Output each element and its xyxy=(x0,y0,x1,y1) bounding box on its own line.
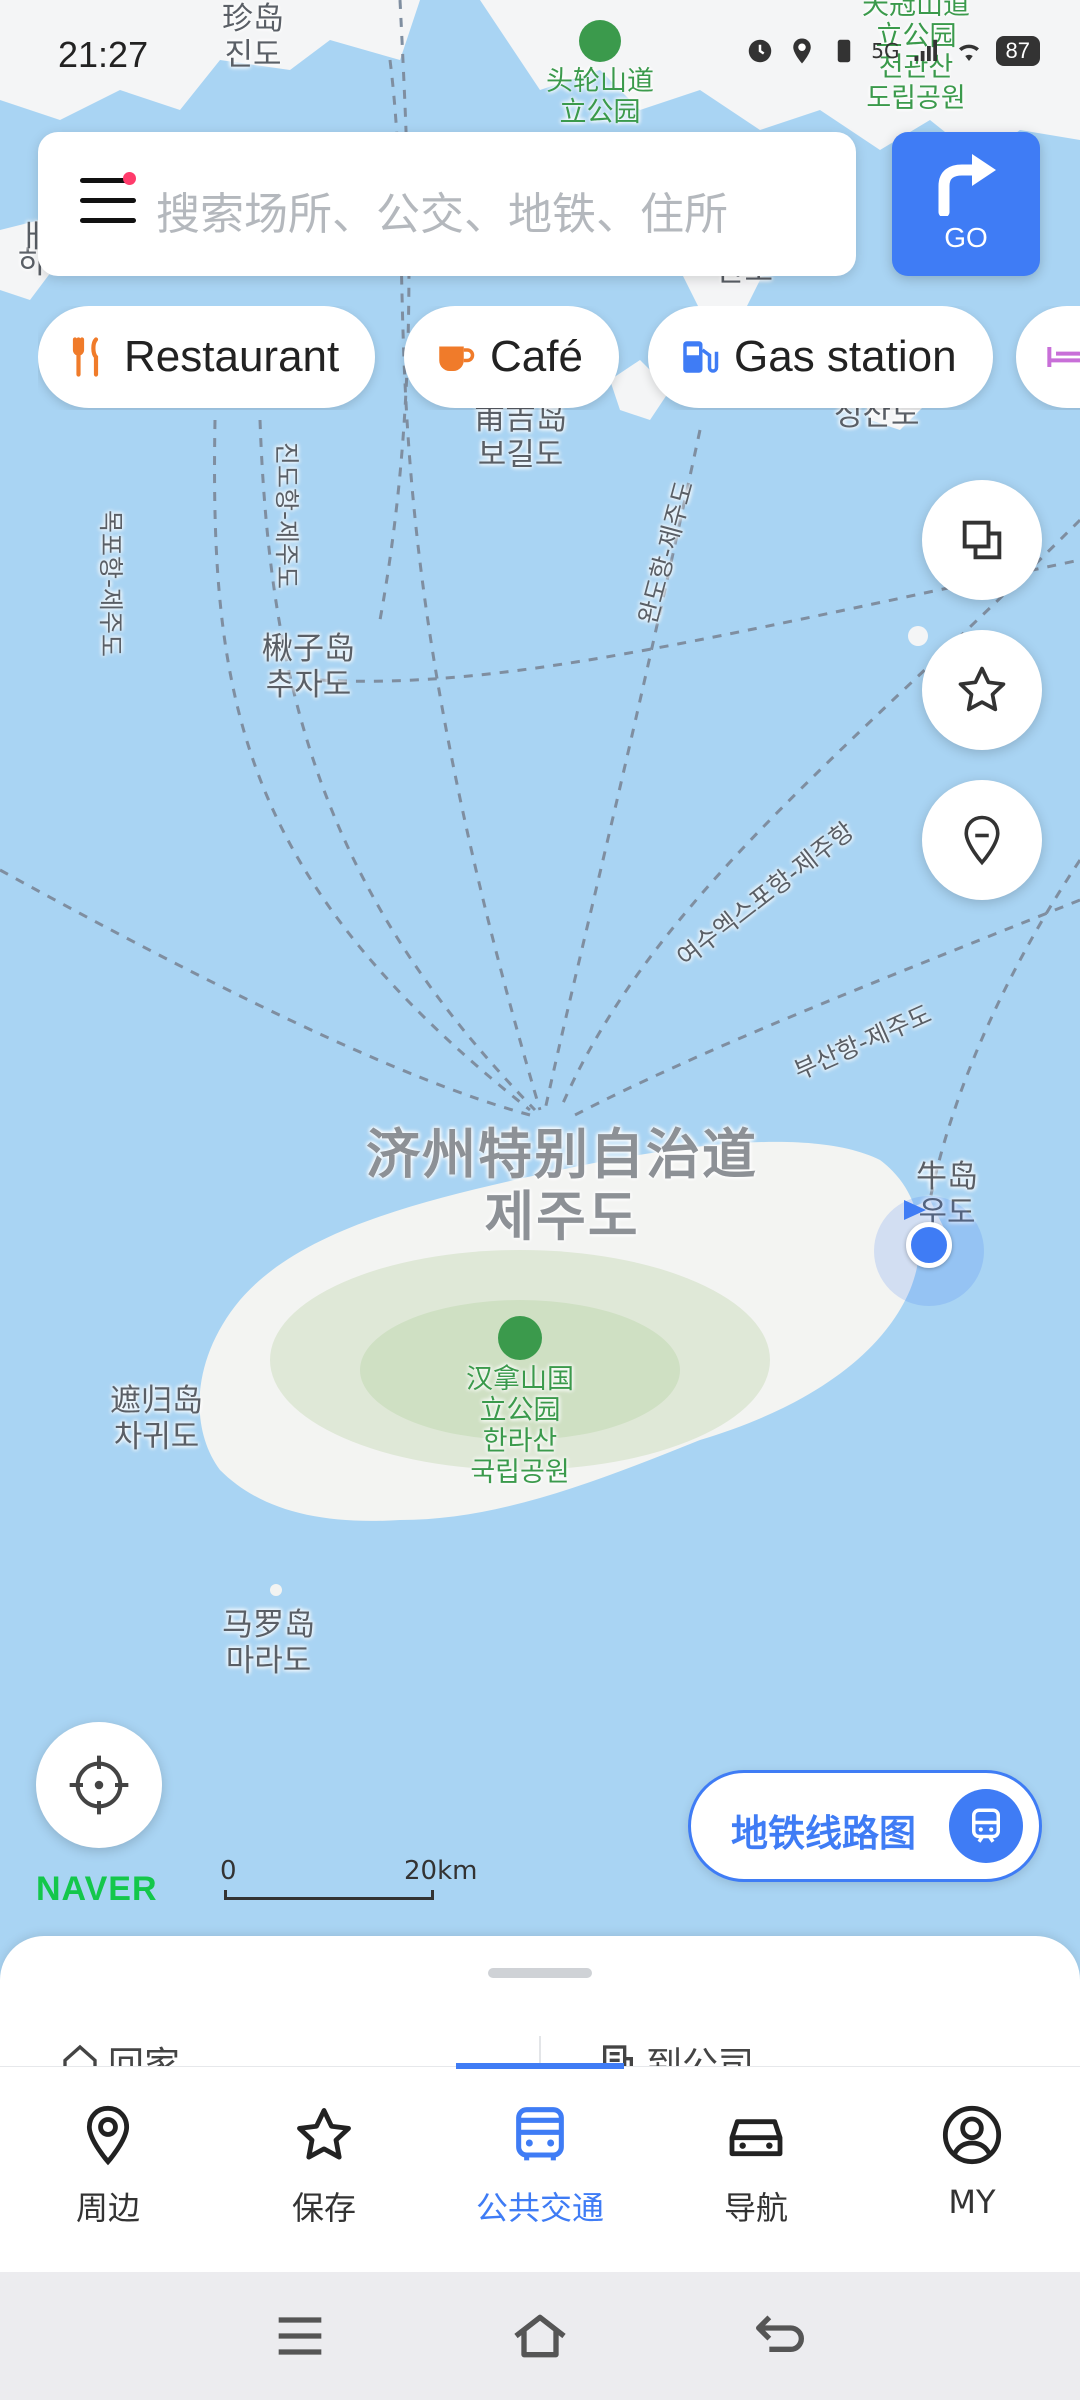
location-pin-icon xyxy=(86,2105,130,2166)
map-label-hallasan: 汉拿山国 立公园 한라산 국립공원 xyxy=(466,1316,574,1488)
tab-public-transit[interactable]: 公共交通 xyxy=(432,2067,648,2273)
naver-logo: NAVER xyxy=(36,1870,158,1908)
map-label-jeju: 济州特别自治道 제주도 xyxy=(366,1123,758,1249)
map-canvas xyxy=(0,0,1080,1960)
place-pin-button[interactable] xyxy=(922,780,1042,900)
subway-train-icon xyxy=(949,1789,1023,1863)
map-pin-icon xyxy=(964,815,1000,866)
notification-dot xyxy=(123,172,136,185)
locate-me-button[interactable] xyxy=(36,1722,162,1848)
tab-saved[interactable]: 保存 xyxy=(216,2067,432,2273)
car-icon xyxy=(729,2119,783,2157)
chip-cafe[interactable]: Café xyxy=(404,306,619,408)
route-label-mokpo: 목포항-제주도 xyxy=(96,510,125,658)
tab-nearby[interactable]: 周边 xyxy=(0,2067,216,2273)
map-label-chagwido: 遮归岛 차귀도 xyxy=(110,1383,203,1455)
star-icon xyxy=(297,2108,351,2160)
map-scale: 0 20km xyxy=(220,1856,477,1904)
vibrate-icon xyxy=(838,39,851,63)
category-chips: Restaurant Café Gas station xyxy=(38,306,1080,410)
layers-button[interactable] xyxy=(922,480,1042,600)
sheet-drag-handle[interactable] xyxy=(488,1968,592,1978)
chip-gas-station[interactable]: Gas station xyxy=(648,306,993,408)
chip-more[interactable] xyxy=(1016,306,1080,408)
network-label: 5G xyxy=(871,39,900,63)
map-label-chujado: 楸子岛 추자도 xyxy=(262,631,355,703)
status-bar: 21:27 5G 87 xyxy=(0,0,1080,110)
crosshair-icon xyxy=(69,1755,129,1815)
recents-icon[interactable] xyxy=(268,2304,332,2368)
tab-navigation[interactable]: 导航 xyxy=(648,2067,864,2273)
back-icon[interactable] xyxy=(748,2304,812,2368)
scale-bar xyxy=(224,1890,434,1900)
bottom-sheet[interactable]: 回家 到公司 xyxy=(0,1936,1080,2076)
map-view[interactable]: 珍岛진도 头轮山道立公园 天冠山道立公园 천관산도립공원 하조도 ㅐ 완도 甫吉… xyxy=(0,0,1080,1960)
alarm-icon xyxy=(749,39,772,63)
user-icon xyxy=(942,2105,1002,2165)
bus-icon xyxy=(516,2107,564,2161)
layers-icon xyxy=(962,520,1002,560)
go-button[interactable]: GO xyxy=(892,132,1040,276)
battery-indicator: 87 xyxy=(995,36,1040,66)
tab-my[interactable]: MY xyxy=(864,2067,1080,2273)
favorites-button[interactable] xyxy=(922,630,1042,750)
status-icons: 5G 87 xyxy=(745,36,1040,66)
wifi-icon xyxy=(958,44,979,61)
gas-pump-icon xyxy=(683,341,719,373)
system-navigation-bar xyxy=(0,2272,1080,2400)
status-time: 21:27 xyxy=(58,34,149,75)
turn-right-arrow-icon xyxy=(938,154,996,216)
home-nav-icon[interactable] xyxy=(508,2304,572,2368)
signal-icon xyxy=(914,39,937,61)
map-label-marado: 马罗岛 마라도 xyxy=(222,1607,315,1679)
bottom-tab-bar: 周边 保存 公共交通 导航 MY xyxy=(0,2063,1080,2273)
subway-map-button[interactable]: 地铁线路图 xyxy=(688,1770,1042,1882)
chip-restaurant[interactable]: Restaurant xyxy=(38,306,376,408)
menu-icon[interactable] xyxy=(80,172,136,228)
search-input[interactable]: 搜索场所、公交、地铁、住所 xyxy=(156,178,728,242)
search-bar[interactable]: 搜索场所、公交、地铁、住所 xyxy=(38,132,856,276)
current-location-marker xyxy=(874,1196,984,1306)
map-label-bogildo: 甫吉岛 보길도 xyxy=(474,401,567,473)
star-icon xyxy=(958,666,1006,712)
cup-icon xyxy=(439,346,475,371)
fork-knife-icon xyxy=(72,337,99,377)
location-icon xyxy=(793,38,812,64)
route-label-jindo: 진도항-제주도 xyxy=(272,442,301,590)
go-label: GO xyxy=(944,222,988,253)
bed-icon xyxy=(1047,347,1080,367)
